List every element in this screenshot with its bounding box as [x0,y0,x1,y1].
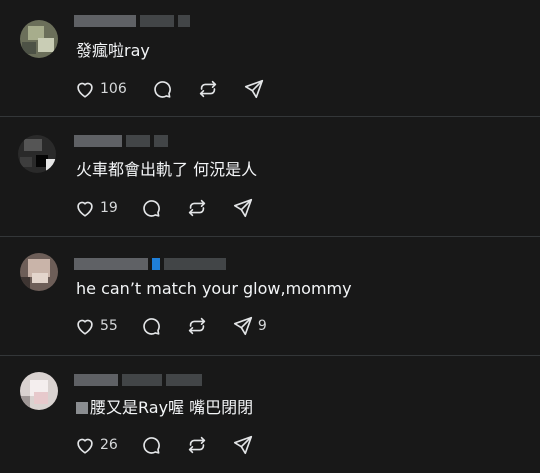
comment-item: he can’t match your glow,mommy 55 9 [0,237,540,355]
comments-feed: 發瘋啦ray 106 火車都會出軌了 何況是人 19 he can’t matc… [0,0,540,473]
speech-bubble-icon [153,81,171,98]
like-button[interactable]: 26 [74,434,118,456]
like-count: 19 [100,200,118,216]
comment-item: 發瘋啦ray 106 [0,0,540,116]
send-icon [233,198,252,218]
send-icon [244,79,263,99]
avatar[interactable] [18,135,56,173]
reply-button[interactable] [151,78,173,100]
reply-button[interactable] [140,197,162,219]
username-redacted[interactable] [74,134,168,148]
heart-icon [77,319,93,335]
speech-bubble-icon [143,318,160,335]
action-bar: 55 9 [74,315,267,337]
repost-button[interactable] [186,315,208,337]
heart-icon [77,82,93,98]
speech-bubble-icon [143,437,160,454]
avatar[interactable] [20,20,58,58]
like-count: 26 [100,437,118,453]
send-icon [233,435,252,455]
like-button[interactable]: 55 [74,315,118,337]
comment-text: 發瘋啦ray [76,41,150,60]
repost-icon [188,199,205,217]
comment-item: 火車都會出軌了 何況是人 19 [0,117,540,235]
share-button[interactable] [232,197,254,219]
like-button[interactable]: 19 [74,197,118,219]
username-redacted[interactable] [74,257,226,271]
action-bar: 106 [74,78,265,100]
send-icon [233,316,252,336]
action-bar: 19 [74,197,254,219]
username-redacted[interactable] [74,14,190,28]
like-count: 55 [100,318,118,334]
avatar[interactable] [20,372,58,410]
like-button[interactable]: 106 [74,78,127,100]
share-button[interactable] [243,78,265,100]
repost-icon [188,436,205,454]
repost-button[interactable] [186,197,208,219]
username-redacted[interactable] [74,373,202,387]
share-button[interactable] [232,434,254,456]
avatar[interactable] [20,253,58,291]
comment-text-content: 腰又是Ray喔 嘴巴閉閉 [90,398,254,417]
action-bar: 26 [74,434,254,456]
heart-icon [77,438,93,454]
share-button[interactable]: 9 [232,315,267,337]
comment-text: 腰又是Ray喔 嘴巴閉閉 [76,398,253,418]
reply-button[interactable] [140,434,162,456]
reply-button[interactable] [140,315,162,337]
repost-icon [199,80,216,98]
comment-text: 火車都會出軌了 何況是人 [76,160,258,179]
like-count: 106 [100,81,127,97]
redacted-character [76,402,88,414]
speech-bubble-icon [143,200,160,217]
share-count: 9 [257,318,267,334]
repost-button[interactable] [186,434,208,456]
heart-icon [77,201,93,217]
repost-button[interactable] [197,78,219,100]
repost-icon [188,317,205,335]
comment-item: 腰又是Ray喔 嘴巴閉閉 26 [0,356,540,473]
comment-text: he can’t match your glow,mommy [76,279,352,298]
